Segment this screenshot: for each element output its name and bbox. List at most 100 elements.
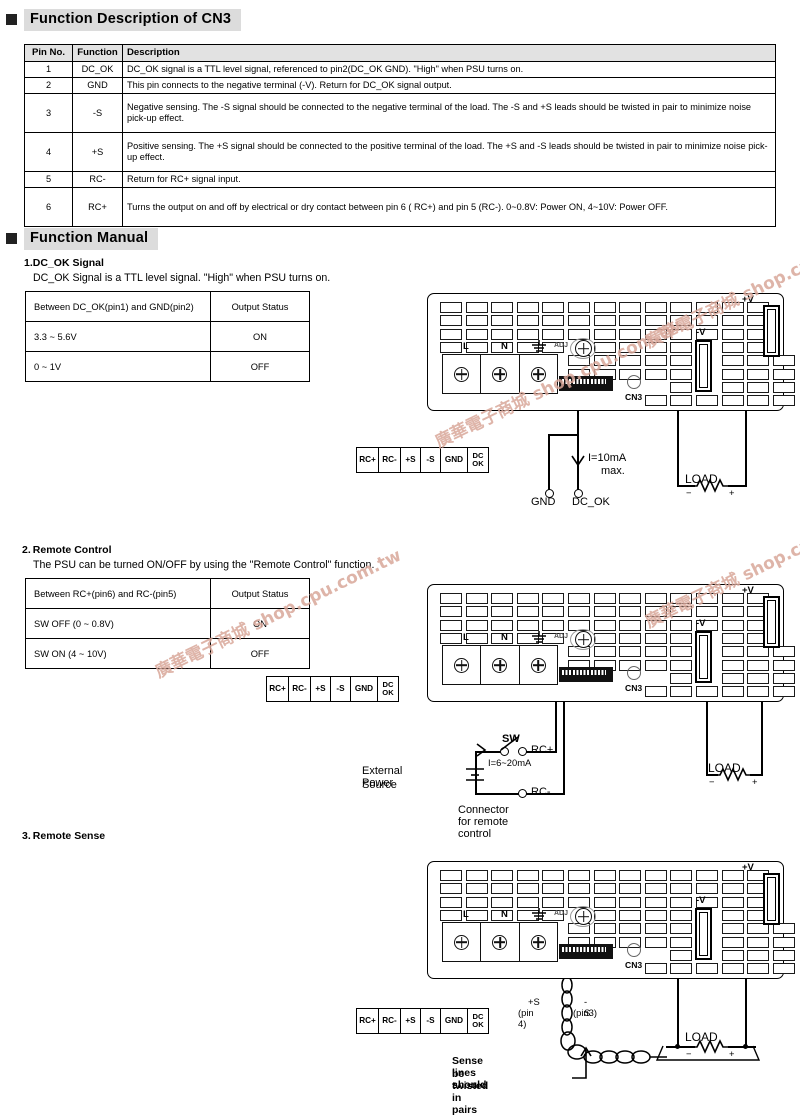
vent-hole (516, 593, 539, 604)
diagram1-load-plus: + (729, 487, 735, 498)
vent-hole (644, 909, 667, 921)
vent-hole (772, 936, 795, 948)
pin-cell-minuss: -S (421, 1009, 441, 1033)
vent-hole (465, 593, 488, 604)
output-terminal-plus-v (763, 305, 780, 357)
bullet-square-icon (6, 14, 17, 26)
vent-hole (440, 909, 462, 921)
vent-hole (721, 632, 744, 644)
item1-status-table: Between DC_OK(pin1) and GND(pin2) Output… (25, 291, 310, 382)
mounting-hole (627, 666, 641, 680)
vent-hole (516, 883, 539, 895)
vent-hole (465, 619, 488, 631)
label-plus-v: +V (742, 294, 754, 305)
vent-hole (619, 328, 642, 340)
wire-plus-v (761, 702, 763, 775)
diagram3-twist-note-2: be twisted in pairs (452, 1068, 489, 1116)
vent-hole (593, 341, 616, 353)
diagram2-load-plus: + (752, 776, 758, 787)
vent-hole (593, 355, 616, 367)
vent-hole (721, 381, 744, 393)
wire-rc-plus (555, 702, 557, 752)
vent-hole (593, 315, 616, 327)
terminal-screw-icon (492, 657, 508, 673)
diagram2-rc-plus-label: RC+ (531, 744, 554, 756)
ac-terminal-cell (520, 355, 557, 393)
vent-hole (542, 593, 565, 604)
vent-hole (721, 949, 744, 961)
vent-hole (721, 593, 744, 604)
cell-pin-no: 5 (24, 171, 73, 189)
diagram2-load-minus: − (709, 776, 715, 787)
adj-label: ADJ (554, 342, 569, 349)
vent-hole (721, 936, 744, 948)
table-row: 3.3 ~ 5.6V ON (25, 321, 310, 352)
vent-hole (619, 315, 642, 327)
vent-hole (772, 686, 795, 698)
vent-hole (772, 949, 795, 961)
vent-hole (593, 870, 616, 881)
psu-chassis-diagram-2: L N ADJ CN3 -V +V (427, 584, 795, 702)
cn3-connector (559, 376, 613, 391)
vent-hole (465, 606, 488, 618)
vent-hole (670, 909, 693, 921)
vent-hole (440, 606, 462, 618)
vent-hole (619, 355, 642, 367)
diagram2-load-label: LOAD (708, 761, 741, 775)
adj-potentiometer-icon[interactable] (575, 631, 592, 648)
diagram3-load-plus: + (729, 1048, 735, 1059)
table-row: 2 GND This pin connects to the negative te… (24, 76, 776, 95)
adj-label: ADJ (554, 633, 569, 640)
vent-hole (772, 963, 795, 975)
cell-pin-no: 3 (24, 93, 73, 134)
diagram3-load-minus: − (686, 1048, 692, 1059)
item3-number: 3. (22, 830, 31, 842)
vent-hole (593, 923, 616, 935)
cn3-label: CN3 (625, 392, 643, 402)
vent-hole (491, 870, 514, 881)
cn3-connector (559, 944, 613, 959)
vent-hole (619, 593, 642, 604)
diagram2-source-label-2: Source (362, 779, 397, 791)
vent-hole (696, 963, 718, 975)
item1-heading: 1.DC_OK Signal (24, 253, 104, 271)
vent-hole (619, 341, 642, 353)
vent-hole (593, 619, 616, 631)
diagram2-rc-minus-label: RC- (531, 786, 551, 798)
vent-hole (644, 328, 667, 340)
wire-plus-v (745, 979, 747, 1047)
pin-cell-gnd: GND (441, 448, 468, 472)
table-row: SW ON (4 ~ 10V) OFF (25, 638, 310, 669)
vent-hole (465, 870, 488, 881)
adj-potentiometer-icon[interactable] (575, 340, 592, 357)
ac-terminal-block (442, 645, 558, 685)
adj-potentiometer-icon[interactable] (575, 908, 592, 925)
cell-function: -S (72, 93, 123, 134)
diagram1-current-label-2: max. (601, 465, 625, 477)
vent-hole (670, 341, 693, 353)
ac-label-n: N (501, 909, 508, 920)
table-row: SW OFF (0 ~ 0.8V) ON (25, 608, 310, 639)
wire-minus-v (677, 411, 679, 486)
vent-hole (440, 315, 462, 327)
vent-hole (568, 870, 590, 881)
table-row: 3 -S Negative sensing. The -S signal shoul… (24, 93, 776, 134)
vent-hole (644, 368, 667, 380)
item2-row1-condition: SW ON (4 ~ 10V) (25, 638, 211, 669)
wire (577, 411, 579, 435)
vent-hole (619, 883, 642, 895)
vent-hole (593, 593, 616, 604)
pin-cell-dcok: DC OK (468, 1009, 488, 1033)
vent-hole (644, 923, 667, 935)
vent-hole (516, 302, 539, 313)
item2-row1-status: OFF (210, 638, 310, 669)
table-row: 6 RC+ Turns the output on and off by elect… (24, 187, 776, 228)
vent-hole (644, 883, 667, 895)
output-terminal-minus-v (695, 631, 712, 683)
current-arrow-icon (571, 455, 585, 467)
vent-hole (491, 619, 514, 631)
cell-description: This pin connects to the negative termin… (122, 76, 776, 95)
vent-hole (670, 355, 693, 367)
vent-hole (696, 302, 718, 313)
pin-cell-dcok-line2: OK (472, 459, 484, 468)
